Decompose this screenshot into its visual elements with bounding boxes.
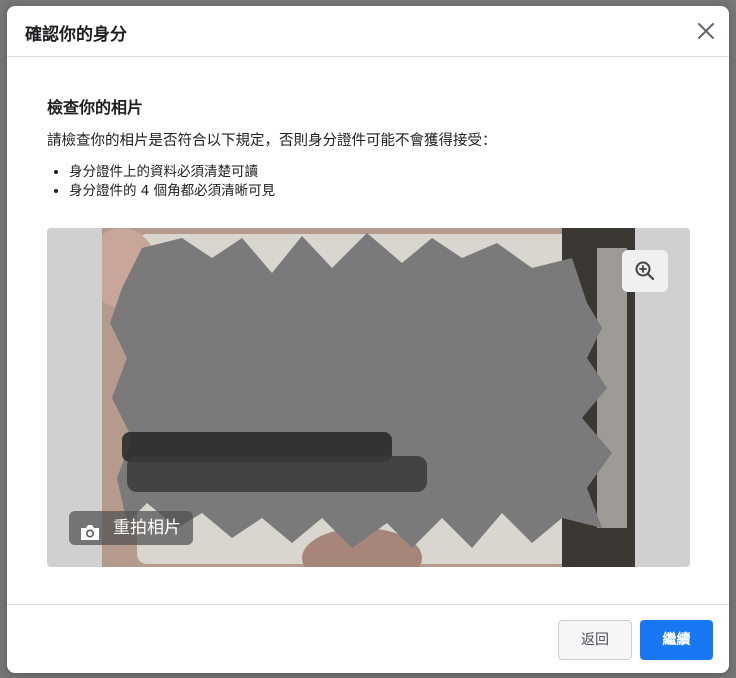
photo-preview: 重拍相片 xyxy=(47,228,690,567)
rules-list: 身分證件上的資料必須清楚可讀 身分證件的 4 個角都必須清晰可見 xyxy=(47,163,275,201)
dialog-header: 確認你的身分 xyxy=(7,6,729,57)
dialog-title: 確認你的身分 xyxy=(25,25,127,45)
back-button[interactable]: 返回 xyxy=(558,620,632,660)
close-icon xyxy=(698,23,714,39)
section-title: 檢查你的相片 xyxy=(47,98,144,117)
rule-item: 身分證件上的資料必須清楚可讀 xyxy=(69,163,275,182)
verify-identity-dialog: 確認你的身分 檢查你的相片 請檢查你的相片是否符合以下規定，否則身分證件可能不會… xyxy=(7,6,729,673)
instruction-text: 請檢查你的相片是否符合以下規定，否則身分證件可能不會獲得接受： xyxy=(47,133,497,149)
retake-photo-label: 重拍相片 xyxy=(113,518,181,538)
rule-item: 身分證件的 4 個角都必須清晰可見 xyxy=(69,182,275,201)
continue-button[interactable]: 繼續 xyxy=(640,620,713,660)
close-button[interactable] xyxy=(693,18,719,44)
camera-icon xyxy=(79,519,101,540)
zoom-button[interactable] xyxy=(622,250,668,292)
zoom-in-icon xyxy=(635,261,655,281)
retake-photo-button[interactable]: 重拍相片 xyxy=(69,511,193,545)
dialog-footer: 返回 繼續 xyxy=(7,604,729,673)
